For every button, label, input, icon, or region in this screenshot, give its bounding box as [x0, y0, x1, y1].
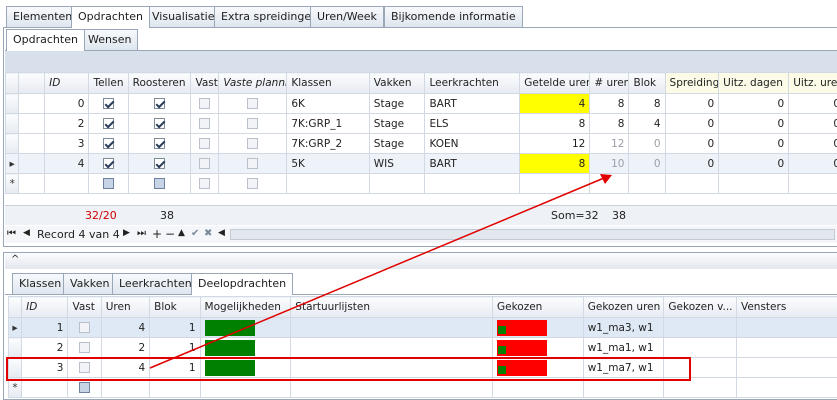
tab-opdrachten-sub[interactable]: Opdrachten — [6, 29, 85, 51]
tab-deelopdrachten[interactable]: Deelopdrachten — [191, 273, 294, 295]
tab-opdrachten[interactable]: Opdrachten — [71, 6, 150, 28]
annotation-overlay — [6, 174, 691, 381]
annotation-highlight-box — [6, 357, 691, 381]
